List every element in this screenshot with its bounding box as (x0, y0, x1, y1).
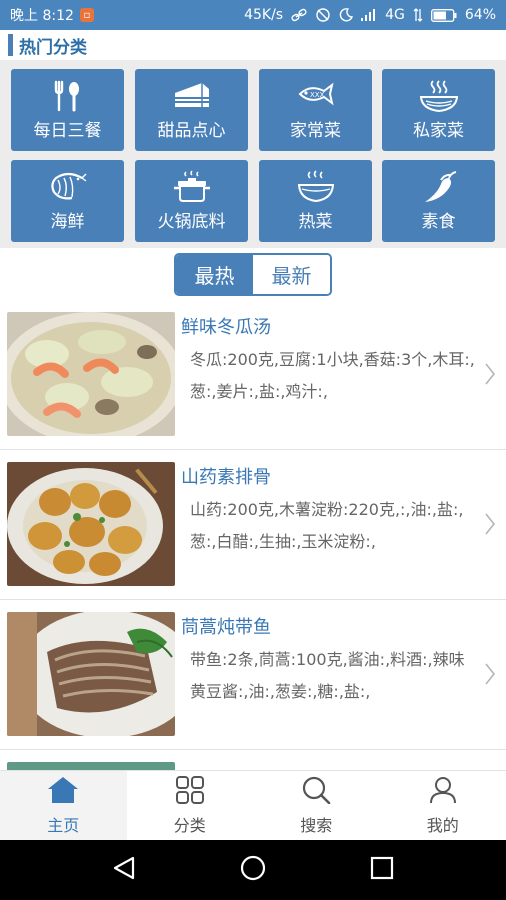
category-label: 海鲜 (50, 212, 85, 232)
nav-category-label: 分类 (173, 815, 206, 835)
nav-home-label: 主页 (47, 815, 80, 835)
link-icon (291, 8, 307, 22)
svg-text:XXX: XXX (310, 91, 325, 99)
recipe-item[interactable]: 茼蒿炖带鱼 带鱼:2条,茼蒿:100克,酱油:,料酒:,辣味黄豆酱:,油:,葱姜… (0, 600, 506, 750)
recipe-thumbnail (7, 612, 175, 736)
recipe-list: 鲜味冬瓜汤 冬瓜:200克,豆腐:1小块,香菇:3个,木耳:,葱:,姜片:,盐:… (0, 300, 506, 770)
recipe-thumbnail (7, 762, 175, 770)
bottom-nav: 主页 分类 搜索 我的 (0, 770, 506, 840)
chevron-right-icon (484, 512, 496, 540)
category-tile-daily-meals[interactable]: 每日三餐 (11, 69, 124, 151)
category-label: 甜品点心 (157, 121, 226, 141)
fish-icon: XXX (296, 79, 336, 113)
noodle-bowl-icon (418, 79, 460, 119)
section-accent-bar (8, 34, 13, 56)
category-tile-hotpot-base[interactable]: 火锅底料 (135, 160, 248, 242)
recipe-item[interactable]: 鲜味冬瓜汤 冬瓜:200克,豆腐:1小块,香菇:3个,木耳:,葱:,姜片:,盐:… (0, 300, 506, 450)
moon-icon (339, 8, 354, 22)
recipe-title: 茼蒿炖带鱼 (181, 617, 271, 638)
section-title: 热门分类 (19, 37, 87, 58)
category-label: 热菜 (298, 212, 333, 232)
category-tile-home-cooking[interactable]: XXX 家常菜 (259, 69, 372, 151)
category-label: 素食 (421, 212, 456, 232)
chevron-right-icon (484, 662, 496, 690)
nav-search[interactable]: 搜索 (253, 771, 380, 840)
signal-icon (361, 9, 377, 21)
category-label: 私家菜 (413, 121, 464, 141)
fork-spoon-icon (51, 79, 85, 117)
section-header: 热门分类 (0, 30, 506, 60)
recipe-title: 山药素排骨 (181, 467, 271, 488)
nav-mine[interactable]: 我的 (380, 771, 506, 840)
shrimp-icon (48, 170, 88, 208)
nav-search-label: 搜索 (300, 815, 333, 835)
system-nav-bar (0, 840, 506, 900)
network-type: 4G (385, 7, 405, 23)
battery-icon (430, 8, 457, 22)
data-arrows-icon (413, 8, 423, 22)
battery-percent: 64% (464, 7, 496, 23)
status-time: 晚上 8:12 (10, 8, 74, 24)
recents-icon[interactable] (369, 855, 395, 885)
notification-icon: ▫ (79, 8, 94, 22)
chevron-right-icon (484, 362, 496, 390)
user-icon (428, 776, 458, 808)
tab-newest[interactable]: 最新 (253, 255, 330, 294)
recipe-item[interactable] (0, 750, 506, 770)
category-label: 火锅底料 (157, 212, 226, 232)
back-icon[interactable] (111, 855, 137, 885)
status-bar: 晚上 8:12 ▫ 45K/s 4G 64% (0, 0, 506, 30)
chili-icon (419, 170, 459, 208)
nav-mine-label: 我的 (426, 815, 459, 835)
recipe-ingredients: 冬瓜:200克,豆腐:1小块,香菇:3个,木耳:,葱:,姜片:,盐:,鸡汁:, (190, 350, 475, 401)
sort-toggle: 最热 最新 (174, 253, 332, 296)
recipe-thumbnail (7, 462, 175, 586)
nav-home[interactable]: 主页 (0, 771, 127, 840)
recipe-ingredients: 山药:200克,木薯淀粉:220克,:,油:,盐:,葱:,白醋:,生抽:,玉米淀… (190, 500, 464, 551)
cake-icon (172, 79, 212, 115)
hotpot-icon (172, 170, 212, 208)
nav-category[interactable]: 分类 (127, 771, 254, 840)
recipe-thumbnail (7, 312, 175, 436)
grid-icon (175, 775, 205, 808)
recipe-ingredients: 带鱼:2条,茼蒿:100克,酱油:,料酒:,辣味黄豆酱:,油:,葱姜:,糖:,盐… (190, 650, 465, 701)
recipe-item[interactable]: 山药素排骨 山药:200克,木薯淀粉:220克,:,油:,盐:,葱:,白醋:,生… (0, 450, 506, 600)
category-label: 家常菜 (290, 121, 341, 141)
category-tile-hot-dishes[interactable]: 热菜 (259, 160, 372, 242)
category-grid: 每日三餐 甜品点心 XXX 家常菜 私家菜 海鲜 火锅底料 热菜 素食 (0, 60, 506, 248)
tab-hottest[interactable]: 最热 (176, 255, 253, 294)
home-circle-icon[interactable] (239, 854, 267, 886)
category-tile-vegetarian[interactable]: 素食 (382, 160, 495, 242)
category-tile-desserts[interactable]: 甜品点心 (135, 69, 248, 151)
category-tile-seafood[interactable]: 海鲜 (11, 160, 124, 242)
category-label: 每日三餐 (33, 121, 102, 141)
home-icon (46, 776, 80, 808)
steaming-bowl-icon (296, 170, 336, 208)
recipe-title: 鲜味冬瓜汤 (181, 317, 271, 338)
network-speed: 45K/s (244, 7, 284, 23)
search-icon (301, 776, 331, 808)
mute-icon (315, 7, 331, 23)
category-tile-private-dishes[interactable]: 私家菜 (382, 69, 495, 151)
